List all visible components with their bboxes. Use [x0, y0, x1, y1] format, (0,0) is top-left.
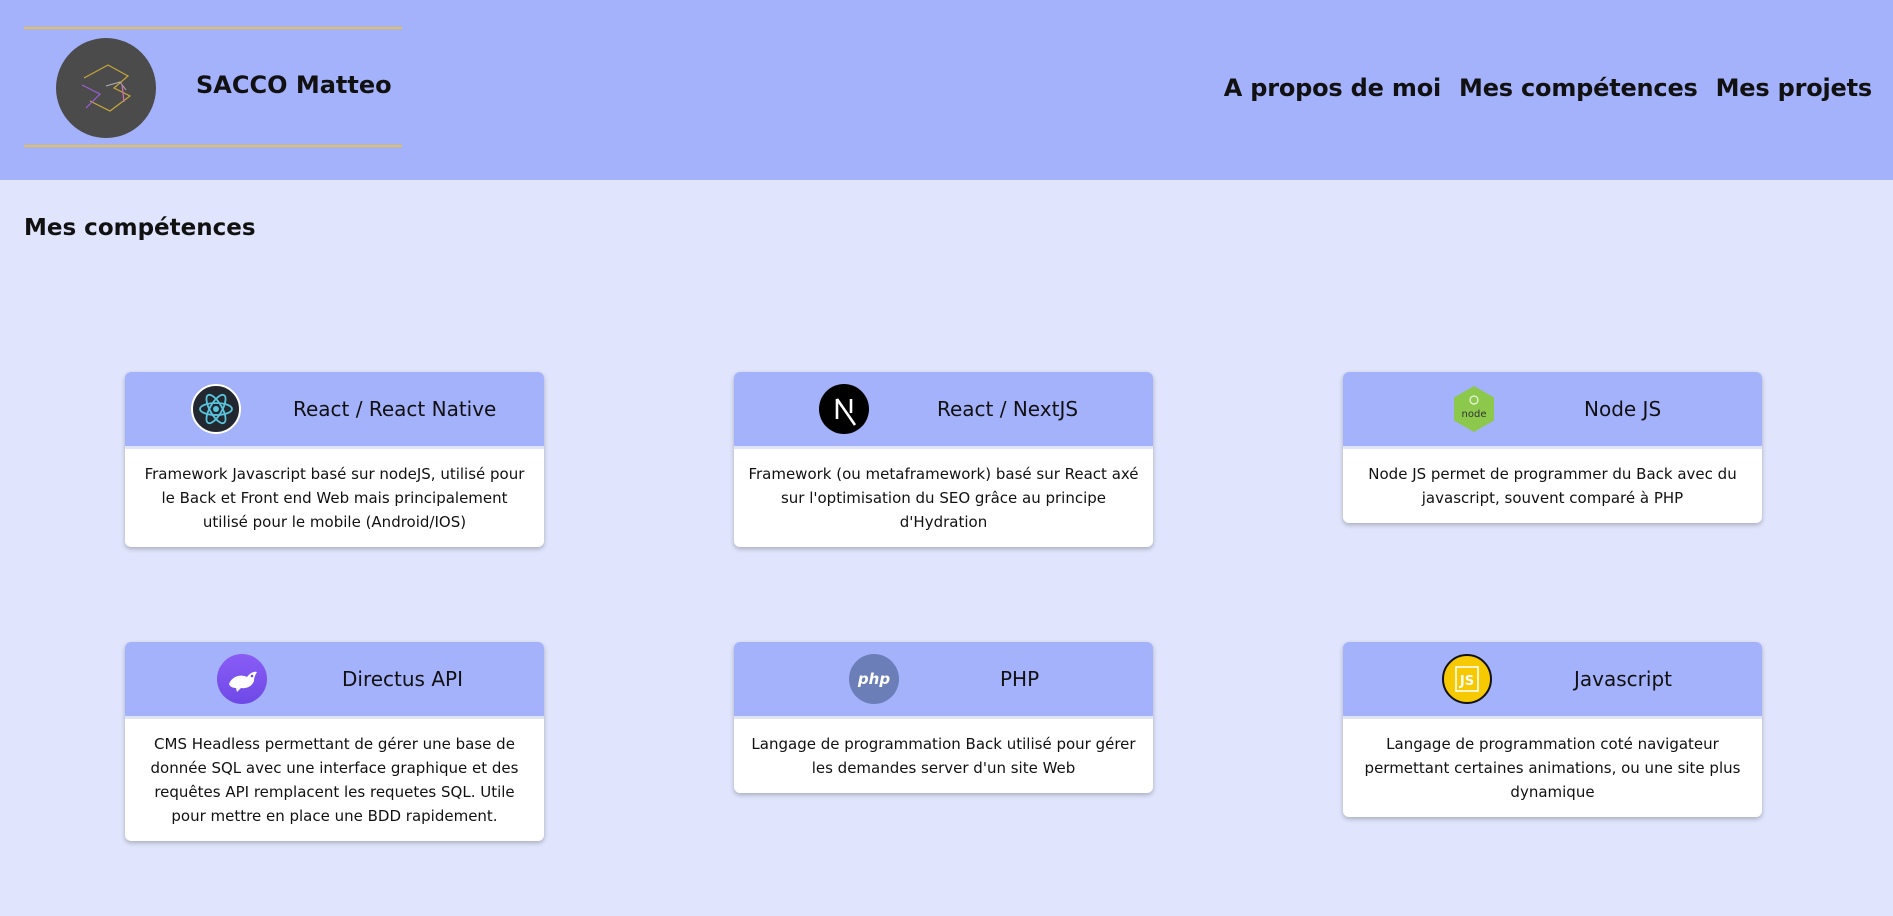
skill-card-description: Framework Javascript basé sur nodeJS, ut… — [144, 465, 525, 531]
brand: SACCO Matteo — [24, 27, 402, 147]
skill-card-javascript: JS Javascript Langage de programmation c… — [1343, 642, 1762, 817]
brand-top-divider — [24, 27, 402, 29]
skill-card-nextjs: React / NextJS Framework (ou metaframewo… — [734, 372, 1153, 547]
skill-card-description: Langage de programmation Back utilisé po… — [751, 735, 1136, 777]
svg-text:php: php — [857, 670, 890, 688]
skill-card-header: php PHP — [734, 642, 1153, 719]
skill-card-description: Langage de programmation coté navigateur… — [1364, 735, 1741, 801]
react-icon — [191, 384, 241, 434]
skill-card-title: React / React Native — [293, 397, 497, 421]
skill-card-header: React / React Native — [125, 372, 544, 449]
directus-icon — [217, 654, 267, 704]
skill-card-description: Framework (ou metaframework) basé sur Re… — [748, 465, 1139, 531]
skill-card-nodejs: node Node JS Node JS permet de programme… — [1343, 372, 1762, 523]
skill-card-description: CMS Headless permettant de gérer une bas… — [150, 735, 519, 825]
svg-text:JS: JS — [1459, 674, 1474, 689]
site-header: SACCO Matteo A propos de moi Mes compéte… — [0, 0, 1893, 180]
monogram-logo-icon[interactable] — [56, 38, 156, 138]
brand-name[interactable]: SACCO Matteo — [196, 71, 392, 99]
skill-card-header: React / NextJS — [734, 372, 1153, 449]
skill-card-react-native: React / React Native Framework Javascrip… — [125, 372, 544, 547]
skill-card-title: Node JS — [1584, 397, 1662, 421]
nav-projects-link[interactable]: Mes projets — [1716, 74, 1873, 102]
main-nav: A propos de moi Mes compétences Mes proj… — [1224, 74, 1872, 102]
skill-card-description: Node JS permet de programmer du Back ave… — [1368, 465, 1737, 507]
brand-bottom-divider — [24, 145, 402, 147]
section-title: Mes compétences — [24, 215, 256, 241]
nav-about-link[interactable]: A propos de moi — [1224, 74, 1441, 102]
php-icon: php — [849, 654, 899, 704]
skill-card-header: JS Javascript — [1343, 642, 1762, 719]
svg-text:node: node — [1462, 409, 1487, 420]
skill-card-title: Javascript — [1574, 667, 1672, 691]
javascript-icon: JS — [1442, 654, 1492, 704]
skill-card-header: node Node JS — [1343, 372, 1762, 449]
nav-skills-link[interactable]: Mes compétences — [1459, 74, 1698, 102]
nextjs-icon — [819, 384, 869, 434]
skill-card-title: PHP — [1000, 667, 1040, 691]
skill-card-header: Directus API — [125, 642, 544, 719]
skill-card-directus: Directus API CMS Headless permettant de … — [125, 642, 544, 841]
skill-card-title: Directus API — [342, 667, 463, 691]
skill-card-php: php PHP Langage de programmation Back ut… — [734, 642, 1153, 793]
skill-card-title: React / NextJS — [937, 397, 1079, 421]
nodejs-icon: node — [1449, 384, 1499, 434]
